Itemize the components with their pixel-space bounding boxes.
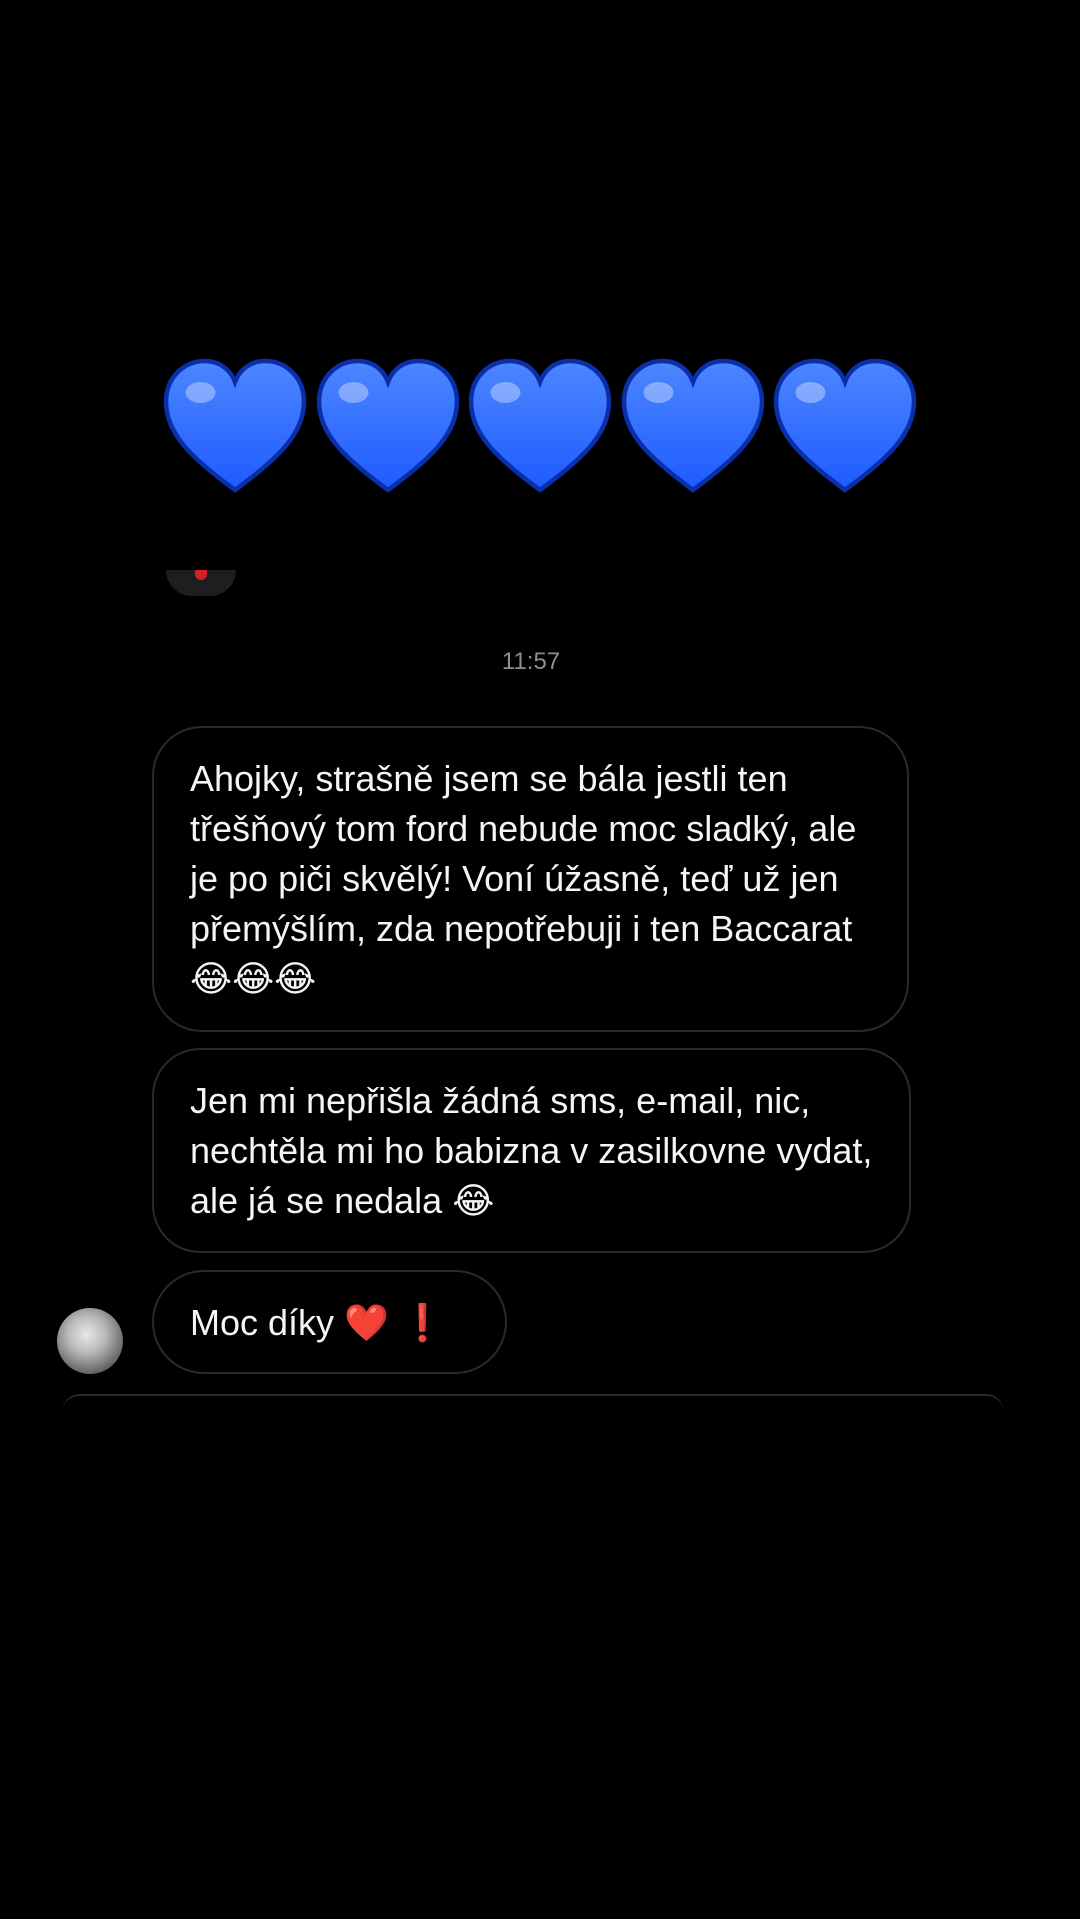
message-bubble[interactable]: Ahojky, strašně jsem se bála jestli ten …	[152, 726, 909, 1032]
message-bubble[interactable]: Moc díky ❤️ ❗	[152, 1270, 507, 1374]
message-text: Ahojky, strašně jsem se bála jestli ten …	[190, 758, 857, 949]
message-text: Moc díky	[190, 1302, 335, 1343]
blue-heart-icon	[770, 355, 920, 505]
tears-of-joy-emoji-icon: 😂😂😂	[190, 959, 317, 1000]
sender-avatar[interactable]	[57, 1308, 123, 1374]
message-text: Jen mi nepřišla žádná sms, e-mail, nic, …	[190, 1080, 873, 1221]
reaction-hearts-row	[160, 355, 920, 505]
message-bubble[interactable]: Jen mi nepřišla žádná sms, e-mail, nic, …	[152, 1048, 911, 1253]
heart-exclamation-emoji-icon: ❤️ ❗	[344, 1303, 446, 1344]
blue-heart-icon	[618, 355, 768, 505]
blue-heart-icon	[313, 355, 463, 505]
tears-of-joy-emoji-icon: 😂	[452, 1181, 495, 1222]
red-heart-icon	[195, 570, 207, 580]
previous-message-edge	[166, 570, 236, 596]
message-timestamp: 11:57	[501, 648, 561, 675]
message-input-edge	[62, 1394, 1004, 1412]
blue-heart-icon	[465, 355, 615, 505]
blue-heart-icon	[160, 355, 310, 505]
